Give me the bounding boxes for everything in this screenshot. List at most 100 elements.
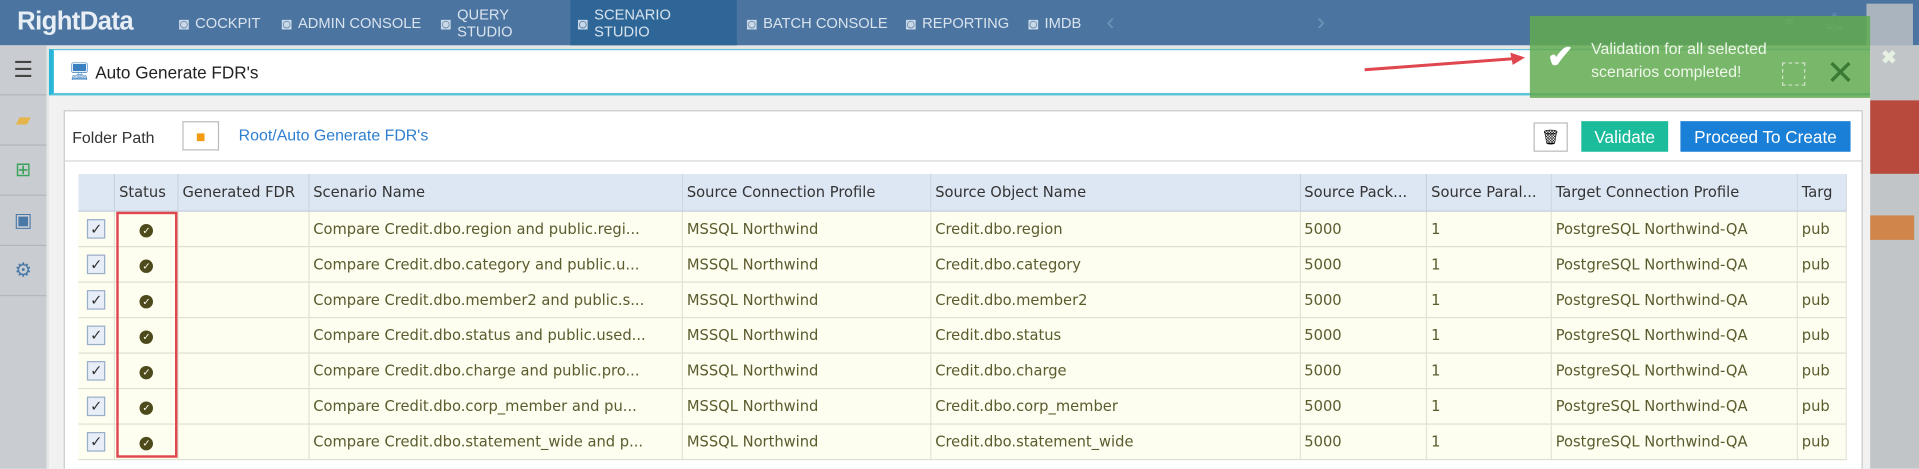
- folder-browse-button[interactable]: ■: [182, 121, 220, 151]
- table-cell: 1: [1426, 317, 1553, 354]
- table-cell: pub: [1797, 353, 1847, 390]
- database-icon: ◙: [440, 12, 451, 33]
- table-cell: Compare Credit.dbo.statement_wide and p.…: [308, 424, 684, 461]
- table-cell: 5000: [1299, 424, 1428, 461]
- folder-tree-icon[interactable]: ▰: [0, 95, 47, 146]
- generated-fdr-cell: [178, 246, 310, 283]
- table-cell: pub: [1797, 246, 1847, 283]
- nav-item-scenario-studio[interactable]: ◙ SCENARIO STUDIO: [570, 0, 737, 46]
- nav-item-label: ADMIN CONSOLE: [297, 14, 422, 32]
- table-cell: 5000: [1299, 211, 1428, 248]
- settings-tree-icon[interactable]: ⚙: [0, 246, 47, 297]
- row-checkbox[interactable]: ✓: [87, 325, 106, 346]
- gear-icon: ◙: [281, 12, 292, 33]
- nav-item-admin-console[interactable]: ◙ ADMIN CONSOLE: [274, 0, 433, 45]
- delete-button[interactable]: 🗑︎: [1533, 122, 1568, 152]
- table-cell: 1: [1426, 424, 1553, 461]
- nav-item-label: QUERY STUDIO: [457, 5, 513, 40]
- table-cell: Compare Credit.dbo.region and public.reg…: [308, 211, 684, 248]
- add-scenario-icon[interactable]: ⊞: [0, 146, 47, 196]
- table-cell: 1: [1426, 282, 1553, 319]
- generated-fdr-cell: [178, 388, 310, 425]
- nav-left-chevron-icon[interactable]: ‹: [1106, 9, 1114, 37]
- close-icon[interactable]: ✕: [1826, 53, 1855, 93]
- row-checkbox[interactable]: ✓: [87, 361, 106, 381]
- row-checkbox[interactable]: ✓: [87, 432, 106, 452]
- status-highlight-annotation: [116, 211, 178, 458]
- row-checkbox[interactable]: ✓: [87, 396, 106, 417]
- row-checkbox[interactable]: ✓: [87, 254, 106, 275]
- hamburger-menu-icon[interactable]: ☰: [0, 45, 47, 96]
- table-cell: 5000: [1299, 353, 1428, 390]
- table-row[interactable]: ✓ ✓ Compare Credit.dbo.corp_member and pu.…: [78, 388, 1847, 425]
- avatar[interactable]: [1866, 3, 1913, 46]
- row-checkbox[interactable]: ✓: [87, 219, 106, 239]
- table-cell: 1: [1426, 211, 1553, 248]
- column-header[interactable]: Scenario Name: [308, 173, 684, 212]
- table-cell: pub: [1797, 211, 1847, 248]
- table-cell: 5000: [1299, 282, 1428, 319]
- nav-item-imdb[interactable]: ◙ IMDB: [1021, 0, 1094, 45]
- folder-path-link[interactable]: Root/Auto Generate FDR's: [239, 126, 429, 144]
- row-checkbox[interactable]: ✓: [87, 290, 106, 310]
- checkmark-icon: ✔: [1547, 37, 1574, 75]
- table-row[interactable]: ✓ ✓ Compare Credit.dbo.member2 and public.…: [78, 282, 1847, 319]
- table-cell: Credit.dbo.region: [930, 211, 1301, 248]
- table-cell: MSSQL Northwind: [682, 317, 932, 354]
- table-row[interactable]: ✓ ✓ Compare Credit.dbo.statement_wide and …: [78, 424, 1847, 461]
- nav-item-cockpit[interactable]: ◙ COCKPIT: [171, 0, 274, 45]
- auto-generate-panel: 🖥︎ Auto Generate FDR's Folder Path ■ Roo…: [48, 48, 1871, 469]
- nav-item-label: COCKPIT: [195, 14, 261, 32]
- column-header[interactable]: Source Paral...: [1426, 173, 1553, 212]
- table-row[interactable]: ✓ ✓ Compare Credit.dbo.status and public.u…: [78, 317, 1847, 354]
- column-header[interactable]: Generated FDR: [178, 173, 310, 212]
- table-cell: MSSQL Northwind: [682, 246, 932, 283]
- table-cell: pub: [1797, 317, 1847, 354]
- table-cell: Compare Credit.dbo.status and public.use…: [308, 317, 684, 354]
- column-header[interactable]: Source Object Name: [930, 173, 1301, 212]
- table-cell: PostgreSQL Northwind-QA: [1551, 424, 1799, 461]
- table-cell: PostgreSQL Northwind-QA: [1551, 211, 1799, 248]
- table-cell: MSSQL Northwind: [682, 353, 932, 390]
- table-cell: MSSQL Northwind: [682, 388, 932, 425]
- table-cell: PostgreSQL Northwind-QA: [1551, 388, 1799, 425]
- proceed-to-create-button[interactable]: Proceed To Create: [1680, 121, 1851, 152]
- column-header[interactable]: Source Pack...: [1299, 173, 1428, 212]
- column-header[interactable]: Targ: [1797, 173, 1847, 212]
- table-cell: 1: [1426, 246, 1553, 283]
- batch-icon: ◙: [746, 12, 757, 33]
- column-header[interactable]: [78, 173, 116, 212]
- table-row[interactable]: ✓ ✓ Compare Credit.dbo.charge and public.p…: [78, 353, 1847, 390]
- nav-item-label: SCENARIO STUDIO: [594, 5, 671, 40]
- folder-icon: ■: [195, 126, 206, 146]
- toast-close-button[interactable]: ✖: [1881, 47, 1896, 69]
- table-cell: 1: [1426, 353, 1553, 390]
- chart-icon[interactable]: ▣: [0, 196, 47, 247]
- nav-right-chevron-icon[interactable]: ›: [1317, 9, 1325, 37]
- column-header[interactable]: Source Connection Profile: [682, 173, 932, 212]
- page-title: Auto Generate FDR's: [95, 61, 259, 82]
- table-cell: MSSQL Northwind: [682, 211, 932, 248]
- table-cell: Compare Credit.dbo.member2 and public.s.…: [308, 282, 684, 319]
- expand-icon[interactable]: [1781, 62, 1806, 86]
- table-cell: PostgreSQL Northwind-QA: [1551, 353, 1799, 390]
- table-cell: 1: [1426, 388, 1553, 425]
- table-cell: Compare Credit.dbo.corp_member and pu...: [308, 388, 684, 425]
- nav-item-reporting[interactable]: ◙ REPORTING: [898, 0, 1020, 45]
- logo[interactable]: RightData: [17, 7, 133, 36]
- folder-path-label: Folder Path: [72, 128, 155, 147]
- report-icon: ◙: [905, 12, 917, 33]
- table-cell: MSSQL Northwind: [682, 282, 932, 319]
- column-header[interactable]: Status: [114, 173, 179, 212]
- nav-item-batch-console[interactable]: ◙ BATCH CONSOLE: [739, 0, 898, 45]
- table-row[interactable]: ✓ ✓ Compare Credit.dbo.category and public…: [78, 246, 1847, 283]
- nav-item-query-studio[interactable]: ◙ QUERY STUDIO: [433, 0, 570, 45]
- generated-fdr-cell: [178, 282, 310, 319]
- table-cell: 5000: [1299, 388, 1428, 425]
- table-cell: pub: [1797, 424, 1847, 461]
- table-row[interactable]: ✓ ✓ Compare Credit.dbo.region and public.r…: [78, 211, 1847, 248]
- scenario-icon: ◙: [577, 12, 589, 33]
- table-cell: Compare Credit.dbo.category and public.u…: [308, 246, 684, 283]
- validate-button[interactable]: Validate: [1581, 121, 1669, 152]
- column-header[interactable]: Target Connection Profile: [1551, 173, 1799, 212]
